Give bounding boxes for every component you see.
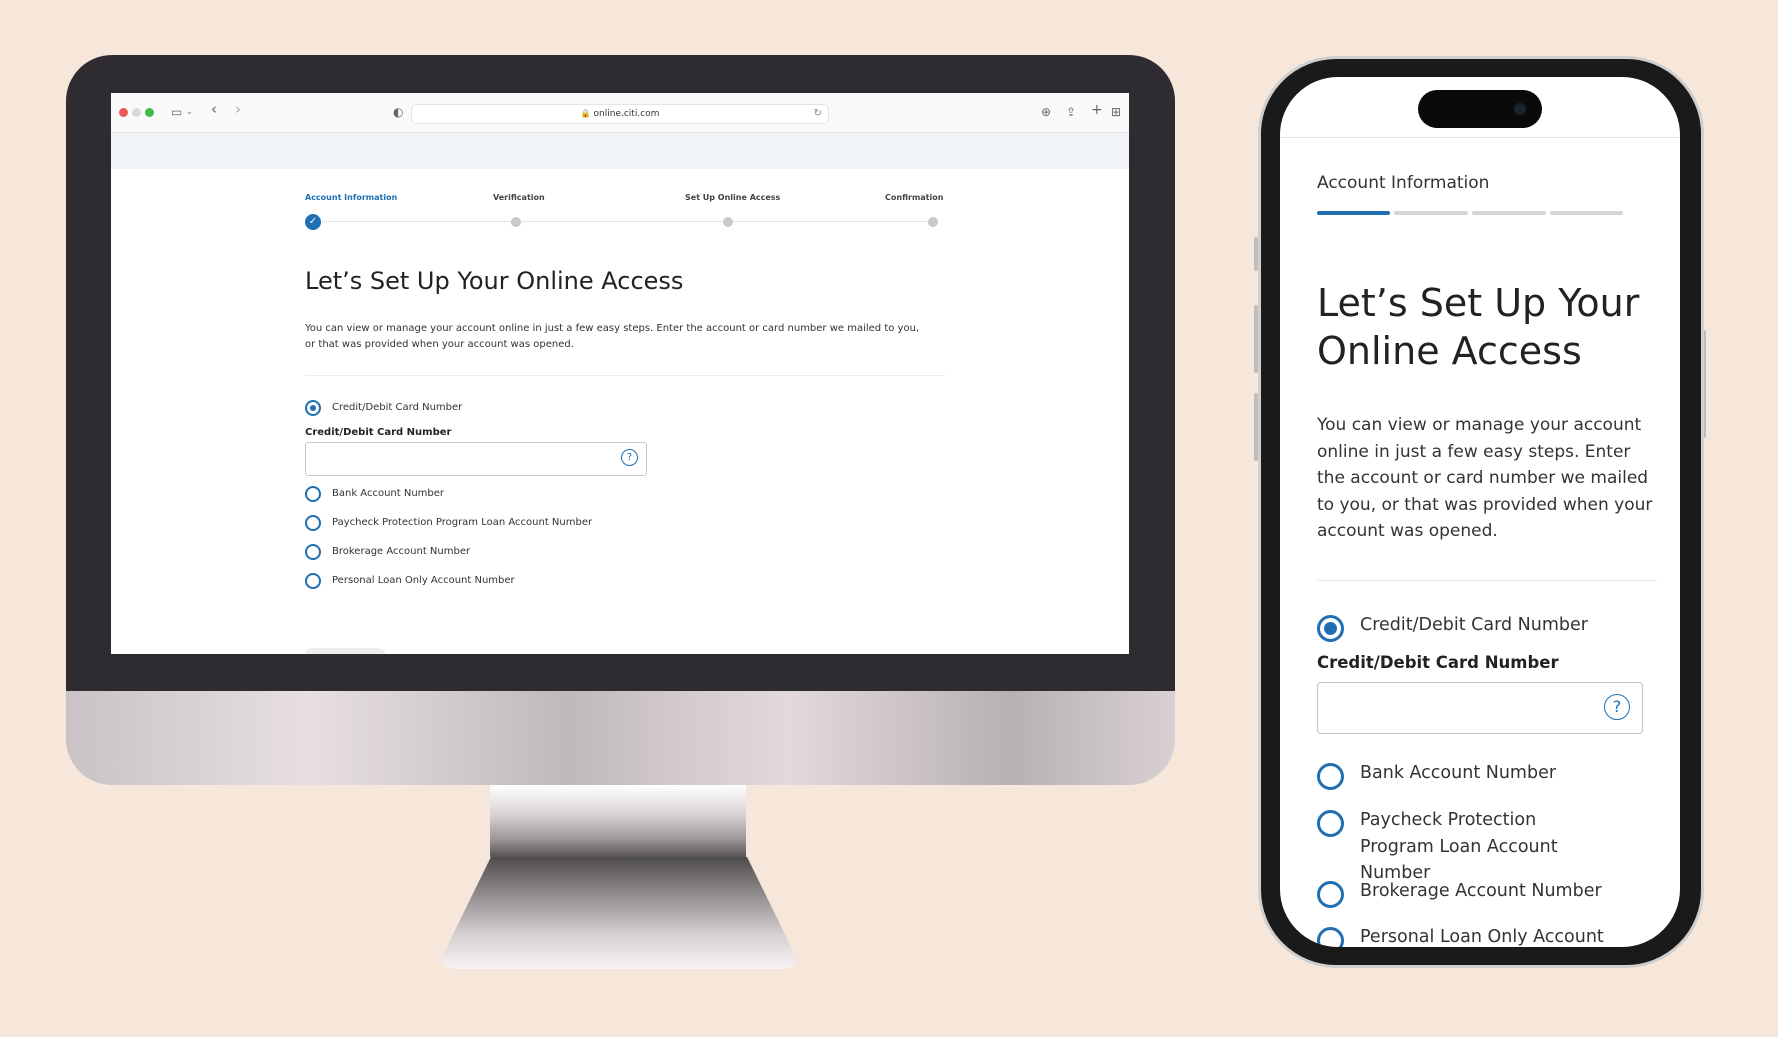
minimize-window-button[interactable] (132, 108, 141, 117)
share-icon[interactable]: ⇪ (1066, 104, 1076, 120)
step-dot-verification (511, 217, 521, 227)
stepper-track (315, 221, 935, 222)
mobile-page-description: You can view or manage your account onli… (1317, 415, 1653, 541)
mobile-radio-credit-debit-card[interactable] (1317, 615, 1344, 642)
page-title: Let’s Set Up Your Online Access (305, 267, 684, 295)
mobile-option-label-ppp-loan-account: Paycheck Protection Program Loan Account… (1360, 810, 1558, 883)
address-bar[interactable]: 🔒 online.citi.com ↻ (411, 104, 829, 124)
mobile-card-number-input[interactable]: ? (1317, 682, 1643, 734)
mobile-help-icon[interactable]: ? (1604, 694, 1630, 720)
forward-icon[interactable]: › (235, 101, 241, 117)
option-label-bank-account: Bank Account Number (332, 488, 445, 499)
mobile-radio-brokerage-account[interactable] (1317, 881, 1344, 908)
mobile-screen: Account Information Let’s Set Up Your On… (1280, 77, 1680, 947)
mobile-radio-ppp-loan-account[interactable] (1317, 810, 1344, 837)
option-label-brokerage-account: Brokerage Account Number (332, 546, 471, 557)
desktop-screen: ▭ ⌄ ‹ › ◐ 🔒 online.citi.com ↻ ⊕ ⇪ + ⊞ Acc… (111, 93, 1129, 654)
reload-icon[interactable]: ↻ (814, 105, 822, 123)
monitor-chin (66, 691, 1175, 785)
lock-icon: 🔒 (580, 109, 591, 118)
option-label-ppp-loan-account: Paycheck Protection Program Loan Account… (332, 517, 593, 528)
mobile-progress-segment-4 (1550, 211, 1623, 215)
mobile-progress-segment-2 (1394, 211, 1468, 215)
mobile-card-number-label: Credit/Debit Card Number (1317, 653, 1559, 672)
camera-icon (1514, 103, 1526, 115)
download-icon[interactable]: ⊕ (1041, 104, 1051, 120)
radio-bank-account[interactable] (305, 486, 321, 502)
step-label-confirmation: Confirmation (885, 193, 944, 202)
step-label-account-information: Account Information (305, 193, 398, 202)
mobile-progress-segment-3 (1472, 211, 1546, 215)
mobile-option-label-bank-account: Bank Account Number (1360, 763, 1557, 783)
new-tab-icon[interactable]: + (1091, 102, 1103, 118)
mobile-divider (1317, 580, 1657, 581)
option-label-credit-debit-card: Credit/Debit Card Number (332, 402, 463, 413)
divider (305, 375, 945, 376)
sidebar-toggle-icon[interactable]: ▭ (171, 104, 182, 120)
mobile-option-label-credit-debit-card: Credit/Debit Card Number (1360, 615, 1588, 635)
mobile-option-label-brokerage-account: Brokerage Account Number (1360, 881, 1602, 901)
mobile-option-label-personal-loan-account: Personal Loan Only Account (1360, 927, 1604, 947)
option-label-personal-loan-account: Personal Loan Only Account Number (332, 575, 515, 586)
progress-stepper: Account Information Verification Set Up … (305, 193, 945, 233)
zoom-window-button[interactable] (145, 108, 154, 117)
radio-personal-loan-account[interactable] (305, 573, 321, 589)
mobile-radio-bank-account[interactable] (1317, 763, 1344, 790)
card-number-input[interactable]: ? (305, 442, 647, 476)
dynamic-island (1418, 90, 1542, 128)
radio-credit-debit-card[interactable] (305, 400, 321, 416)
radio-ppp-loan-account[interactable] (305, 515, 321, 531)
step-label-set-up-online-access: Set Up Online Access (685, 193, 781, 202)
close-window-button[interactable] (119, 108, 128, 117)
mobile-header-divider (1280, 137, 1680, 138)
continue-button[interactable] (305, 648, 385, 654)
chevron-down-icon[interactable]: ⌄ (186, 104, 193, 120)
mobile-step-label: Account Information (1317, 173, 1490, 193)
page-description: You can view or manage your account onli… (305, 323, 920, 350)
back-icon[interactable]: ‹ (211, 101, 217, 117)
site-header-band (111, 133, 1129, 169)
radio-brokerage-account[interactable] (305, 544, 321, 560)
mobile-radio-personal-loan-account[interactable] (1317, 927, 1344, 947)
privacy-shield-icon[interactable]: ◐ (393, 104, 403, 120)
mobile-page-title: Let’s Set Up Your Online Access (1317, 281, 1640, 373)
check-icon: ✓ (305, 214, 321, 230)
browser-toolbar: ▭ ⌄ ‹ › ◐ 🔒 online.citi.com ↻ ⊕ ⇪ + ⊞ (111, 93, 1129, 133)
monitor-stand-foot (436, 857, 802, 969)
step-dot-set-up-online-access (723, 217, 733, 227)
tab-overview-icon[interactable]: ⊞ (1111, 104, 1121, 120)
step-dot-confirmation (928, 217, 938, 227)
mobile-progress-segment-1 (1317, 211, 1390, 215)
step-label-verification: Verification (493, 193, 545, 202)
url-text: online.citi.com (593, 109, 660, 119)
monitor-stand-neck (490, 785, 746, 857)
card-number-label: Credit/Debit Card Number (305, 427, 452, 438)
help-icon[interactable]: ? (621, 449, 638, 466)
